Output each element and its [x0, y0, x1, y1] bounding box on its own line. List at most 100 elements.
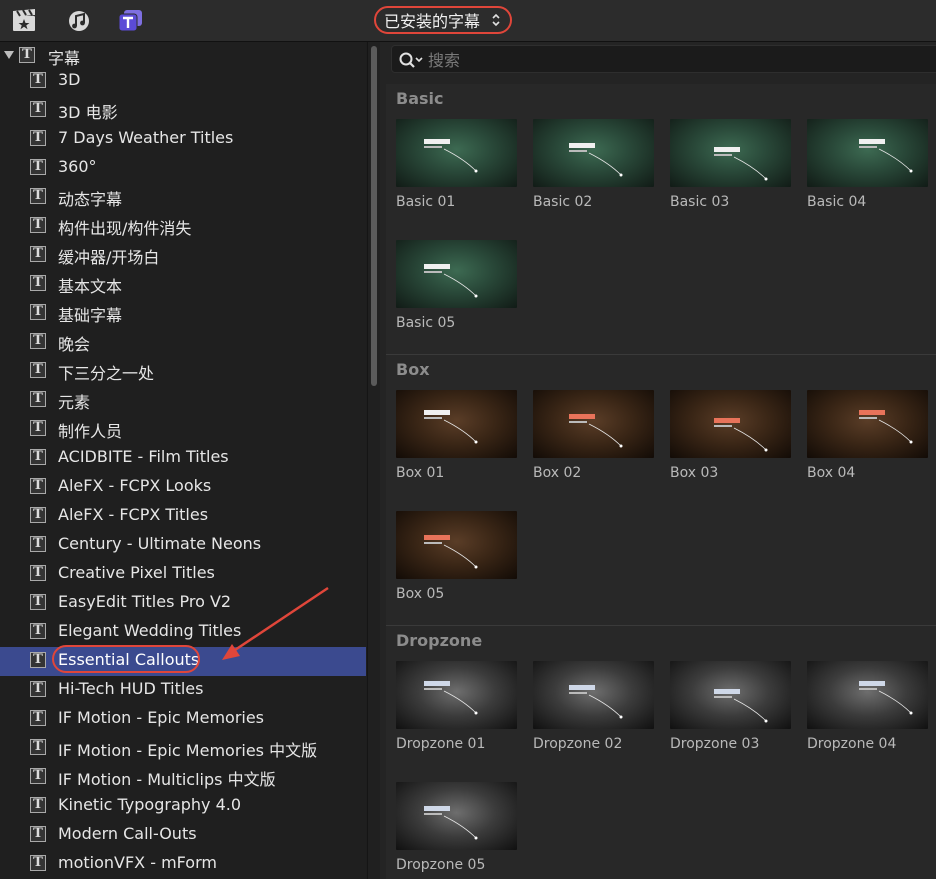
sidebar-item[interactable]: T 晚会: [0, 328, 366, 357]
callout-preview-graphic: [714, 689, 768, 723]
sidebar-item[interactable]: T ACIDBITE - Film Titles: [0, 444, 366, 473]
title-template-tile[interactable]: Dropzone 01: [396, 661, 518, 752]
title-t-icon: T: [30, 420, 46, 436]
search-input[interactable]: [426, 48, 910, 72]
sidebar-item[interactable]: T 基础字幕: [0, 299, 366, 328]
sidebar-item[interactable]: T 3D 电影: [0, 96, 366, 125]
template-thumbnail[interactable]: [396, 511, 517, 579]
sidebar-item[interactable]: T Hi-Tech HUD Titles: [0, 676, 366, 705]
title-template-tile[interactable]: Dropzone 03: [670, 661, 792, 752]
template-thumbnail[interactable]: [533, 661, 654, 729]
tile-label: Dropzone 02: [533, 736, 623, 752]
tile-label: Basic 02: [533, 194, 593, 210]
tile-label: Dropzone 01: [396, 736, 486, 752]
sidebar-scrollbar[interactable]: [367, 42, 380, 879]
sidebar-item[interactable]: T 360°: [0, 154, 366, 183]
sidebar-item[interactable]: T IF Motion - Multiclips 中文版: [0, 763, 366, 792]
sidebar-item[interactable]: T Elegant Wedding Titles: [0, 618, 366, 647]
callout-preview-graphic: [859, 681, 913, 715]
title-template-tile[interactable]: Basic 02: [533, 119, 655, 210]
title-template-tile[interactable]: Dropzone 05: [396, 782, 518, 873]
sidebar-item[interactable]: T 元素: [0, 386, 366, 415]
sidebar-item[interactable]: TmotionVFX - mForm: [0, 850, 366, 879]
title-template-tile[interactable]: Box 01: [396, 390, 518, 481]
title-template-tile[interactable]: Box 04: [807, 390, 929, 481]
template-thumbnail[interactable]: [670, 119, 791, 187]
title-t-icon: T: [30, 159, 46, 175]
sidebar-item[interactable]: T IF Motion - Epic Memories: [0, 705, 366, 734]
template-thumbnail[interactable]: [396, 661, 517, 729]
template-thumbnail[interactable]: [533, 119, 654, 187]
title-template-tile[interactable]: Basic 05: [396, 240, 518, 331]
sidebar-item[interactable]: T Kinetic Typography 4.0: [0, 792, 366, 821]
title-t-icon: T: [30, 72, 46, 88]
sidebar-item-label: 360°: [58, 157, 97, 176]
sidebar-item[interactable]: T Century - Ultimate Neons: [0, 531, 366, 560]
template-thumbnail[interactable]: [807, 661, 928, 729]
tile-label: Box 05: [396, 586, 445, 602]
sidebar-item-label: Kinetic Typography 4.0: [58, 795, 242, 814]
title-template-tile[interactable]: Dropzone 04: [807, 661, 929, 752]
tile-label: Dropzone 04: [807, 736, 897, 752]
sidebar-item[interactable]: T 基本文本: [0, 270, 366, 299]
music-camera-icon[interactable]: [66, 8, 92, 32]
sidebar-item[interactable]: T EasyEdit Titles Pro V2: [0, 589, 366, 618]
sidebar-item-label: 缓冲器/开场白: [58, 248, 160, 267]
title-t-icon: T: [30, 507, 46, 523]
titles-generators-icon[interactable]: [118, 8, 144, 32]
sidebar-item[interactable]: T 3D: [0, 67, 366, 96]
template-thumbnail[interactable]: [396, 240, 517, 308]
template-thumbnail[interactable]: [396, 119, 517, 187]
title-t-icon: T: [30, 826, 46, 842]
template-thumbnail[interactable]: [807, 390, 928, 458]
sidebar-item[interactable]: T Modern Call-Outs: [0, 821, 366, 850]
title-template-tile[interactable]: Box 03: [670, 390, 792, 481]
sidebar-item-label: 7 Days Weather Titles: [58, 128, 234, 147]
sidebar-item[interactable]: T AleFX - FCPX Titles: [0, 502, 366, 531]
titles-sidebar: T 字幕 T 3D T 3D 电影 T 7 Days Weather Titles T 360…: [0, 42, 366, 879]
template-thumbnail[interactable]: [670, 661, 791, 729]
callout-preview-graphic: [714, 147, 768, 181]
title-template-tile[interactable]: Dropzone 02: [533, 661, 655, 752]
sidebar-item[interactable]: T AleFX - FCPX Looks: [0, 473, 366, 502]
callout-preview-graphic: [424, 535, 478, 569]
callout-preview-graphic: [859, 410, 913, 444]
title-template-tile[interactable]: Box 05: [396, 511, 518, 602]
disclosure-triangle-icon[interactable]: [4, 51, 14, 59]
sidebar-item[interactable]: T 动态字幕: [0, 183, 366, 212]
title-t-icon: T: [30, 130, 46, 146]
template-thumbnail[interactable]: [396, 782, 517, 850]
clapperboard-star-icon[interactable]: [11, 8, 37, 32]
tile-label: Basic 04: [807, 194, 867, 210]
sidebar-item-label: 动态字幕: [58, 190, 123, 209]
sidebar-item[interactable]: T IF Motion - Epic Memories 中文版: [0, 734, 366, 763]
title-template-tile[interactable]: Basic 03: [670, 119, 792, 210]
tile-label: Box 02: [533, 465, 582, 481]
installed-titles-dropdown[interactable]: 已安装的字幕: [374, 6, 512, 34]
search-icon[interactable]: [398, 51, 424, 73]
sidebar-item[interactable]: T 7 Days Weather Titles: [0, 125, 366, 154]
sidebar-item[interactable]: T Creative Pixel Titles: [0, 560, 366, 589]
title-t-icon: T: [30, 304, 46, 320]
template-thumbnail[interactable]: [533, 390, 654, 458]
sidebar-item[interactable]: T 缓冲器/开场白: [0, 241, 366, 270]
sidebar-item-label: 下三分之一处: [58, 364, 155, 383]
title-template-tile[interactable]: Basic 04: [807, 119, 929, 210]
sidebar-scroll-thumb[interactable]: [371, 46, 377, 386]
sidebar-item-selected[interactable]: T Essential Callouts: [0, 645, 366, 676]
template-thumbnail[interactable]: [396, 390, 517, 458]
sidebar-item[interactable]: T 构件出现/构件消失: [0, 212, 366, 241]
sidebar-item-label: IF Motion - Epic Memories: [58, 708, 265, 727]
tile-label: Dropzone 03: [670, 736, 760, 752]
callout-preview-graphic: [569, 143, 623, 177]
title-t-icon: T: [30, 362, 46, 378]
title-template-tile[interactable]: Box 02: [533, 390, 655, 481]
template-thumbnail[interactable]: [670, 390, 791, 458]
sidebar-item[interactable]: T 下三分之一处: [0, 357, 366, 386]
tile-label: Box 04: [807, 465, 856, 481]
sidebar-item[interactable]: T 制作人员: [0, 415, 366, 444]
template-thumbnail[interactable]: [807, 119, 928, 187]
titles-browser: Basic Basic 01 Basic 02 Basic 03 Basic 04 Bas…: [380, 42, 936, 879]
title-template-tile[interactable]: Basic 01: [396, 119, 518, 210]
callout-preview-graphic: [424, 139, 478, 173]
